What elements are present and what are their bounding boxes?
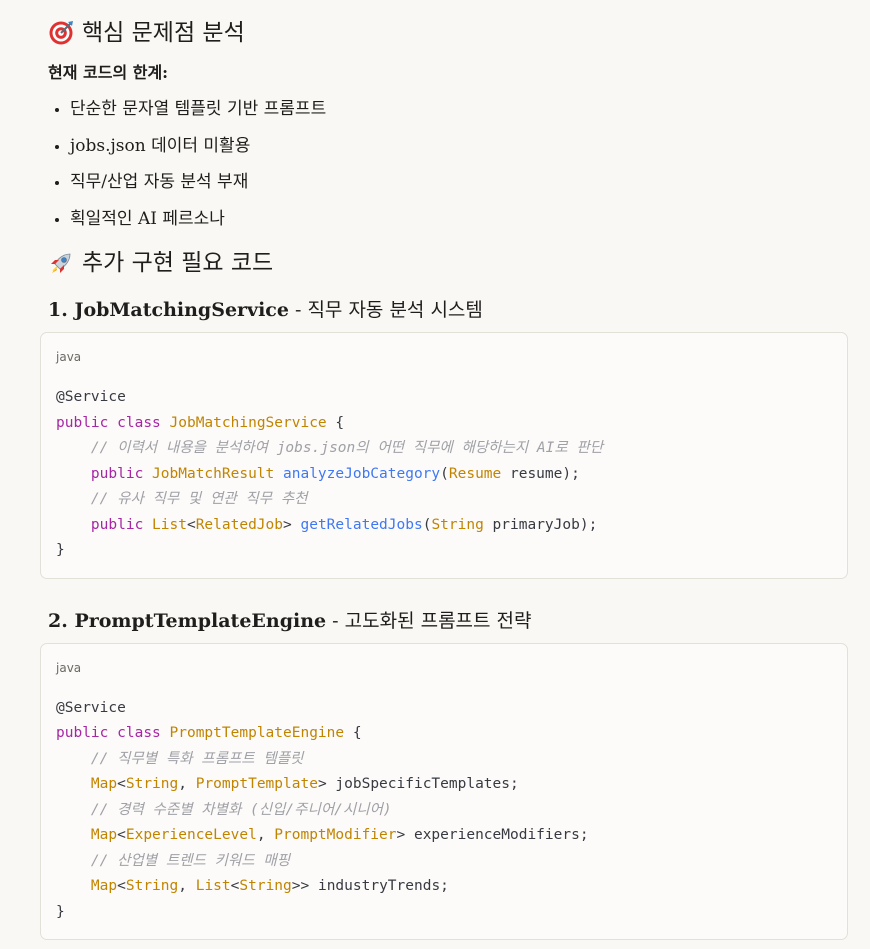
- target-icon: [49, 21, 73, 45]
- code-language-label: java: [56, 660, 82, 675]
- code-language-label: java: [56, 350, 82, 364]
- section-title: 추가 구현 필요 코드: [82, 250, 274, 276]
- code-block-job-matching[interactable]: java @Service public class JobMatchingSe…: [40, 332, 848, 579]
- section-title: 핵심 문제점 분석: [82, 20, 245, 46]
- item-name: 2. PromptTemplateEngine: [48, 609, 327, 632]
- item-description: - 고도화된 프롬프트 전략: [326, 609, 532, 632]
- list-item: 획일적인 AI 페르소나: [70, 208, 850, 230]
- item-description: - 직무 자동 분석 시스템: [288, 299, 483, 321]
- section-heading-analysis: 핵심 문제점 분석: [48, 14, 850, 52]
- code-content[interactable]: @Service public class JobMatchingService…: [56, 385, 832, 564]
- item-heading-prompt-engine: 2. PromptTemplateEngine - 고도화된 프롬프트 전략: [48, 607, 850, 635]
- subheading-limitations: 현재 코드의 한계:: [48, 63, 169, 82]
- code-content[interactable]: @Service public class PromptTemplateEngi…: [56, 696, 832, 926]
- item-name: 1. JobMatchingService: [48, 299, 289, 321]
- section-heading-implementation: 추가 구현 필요 코드: [48, 244, 850, 282]
- message-content: 핵심 문제점 분석 현재 코드의 한계: 단순한 문자열 템플릿 기반 프롬프트…: [40, 14, 850, 940]
- list-item: 직무/산업 자동 분석 부재: [70, 171, 850, 193]
- limitations-list: 단순한 문자열 템플릿 기반 프롬프트 jobs.json 데이터 미활용 직무…: [48, 98, 850, 230]
- code-block-prompt-engine[interactable]: java @Service public class PromptTemplat…: [40, 642, 848, 940]
- rocket-icon: [51, 253, 71, 273]
- list-item: jobs.json 데이터 미활용: [70, 135, 850, 157]
- item-heading-job-matching: 1. JobMatchingService - 직무 자동 분석 시스템: [48, 296, 850, 324]
- list-item: 단순한 문자열 템플릿 기반 프롬프트: [70, 98, 850, 120]
